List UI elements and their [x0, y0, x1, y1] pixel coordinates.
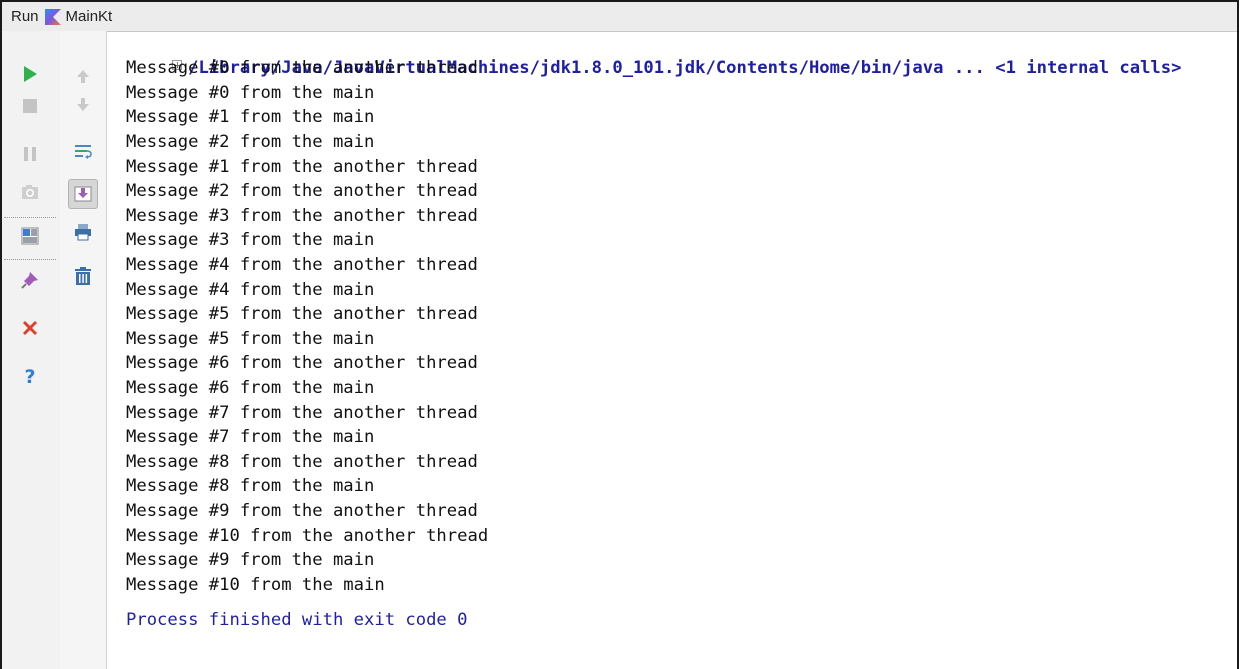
- console-line: Message #7 from the main: [126, 427, 375, 448]
- run-actions-toolbar: ?: [2, 31, 61, 669]
- stop-icon: [23, 99, 37, 113]
- console-line: Message #1 from the another thread: [126, 156, 478, 177]
- pause-icon: [24, 147, 36, 161]
- exit-message: Process finished with exit code 0: [126, 610, 468, 630]
- console-line: Message #9 from the main: [126, 550, 375, 571]
- console-actions-toolbar: [60, 31, 107, 669]
- console-line: Message #5 from the main: [126, 328, 375, 349]
- soft-wrap-button[interactable]: [70, 139, 96, 165]
- stop-button[interactable]: [17, 93, 43, 119]
- command-line: /Library/Java/JavaVirtualMachines/jdk1.8…: [106, 32, 1181, 78]
- console-line: Message #2 from the another thread: [126, 181, 478, 202]
- toolbar-separator: [4, 259, 56, 260]
- rerun-button[interactable]: [17, 61, 43, 87]
- console-output[interactable]: /Library/Java/JavaVirtualMachines/jdk1.8…: [106, 31, 1237, 669]
- trash-icon: [75, 267, 91, 285]
- dump-threads-button[interactable]: [17, 179, 43, 205]
- svg-text:?: ?: [24, 366, 35, 386]
- console-line: Message #0 from the another thread: [126, 58, 478, 79]
- run-header: Run MainKt: [2, 2, 1237, 32]
- console-line: Message #8 from the another thread: [126, 451, 478, 472]
- console-line: Message #3 from the main: [126, 230, 375, 251]
- clear-all-button[interactable]: [70, 263, 96, 289]
- pin-icon: [21, 272, 38, 289]
- pause-button[interactable]: [17, 141, 43, 167]
- previous-occurrence-button[interactable]: [70, 63, 96, 89]
- console-line: Message #10 from the another thread: [126, 525, 489, 546]
- console-line: Message #9 from the another thread: [126, 500, 478, 521]
- help-button[interactable]: ?: [17, 363, 43, 389]
- soft-wrap-icon: [75, 145, 92, 159]
- console-line: Message #3 from the another thread: [126, 205, 478, 226]
- camera-icon: [22, 185, 38, 199]
- run-label: Run: [11, 8, 39, 25]
- close-icon: [22, 320, 38, 336]
- rerun-icon: [24, 66, 37, 82]
- scroll-to-end-button[interactable]: [68, 179, 98, 209]
- console-line: Message #10 from the main: [126, 574, 385, 595]
- run-config-tab[interactable]: MainKt: [66, 8, 113, 25]
- console-line: Message #2 from the main: [126, 131, 375, 152]
- run-tool-window: Run MainKt ? /Library/Java/JavaVirtualMa…: [0, 0, 1239, 669]
- print-icon: [75, 224, 91, 241]
- toolbar-separator: [4, 217, 56, 218]
- console-line: Message #7 from the another thread: [126, 402, 478, 423]
- restore-layout-button[interactable]: [17, 223, 43, 249]
- console-line: Message #6 from the main: [126, 377, 375, 398]
- pin-tab-button[interactable]: [17, 267, 43, 293]
- close-button[interactable]: [17, 315, 43, 341]
- console-line: Message #4 from the main: [126, 279, 375, 300]
- up-arrow-icon: [77, 70, 89, 83]
- scroll-to-end-icon: [74, 186, 92, 202]
- print-button[interactable]: [70, 219, 96, 245]
- console-line: Message #8 from the main: [126, 476, 375, 497]
- restore-layout-icon: [21, 227, 39, 245]
- console-line: Message #4 from the another thread: [126, 254, 478, 275]
- down-arrow-icon: [77, 98, 89, 111]
- console-line: Message #5 from the another thread: [126, 304, 478, 325]
- next-occurrence-button[interactable]: [70, 91, 96, 117]
- kotlin-icon: [44, 8, 61, 25]
- help-icon: ?: [24, 366, 35, 386]
- console-line: Message #1 from the main: [126, 107, 375, 128]
- console-line: Message #6 from the another thread: [126, 353, 478, 374]
- console-line: Message #0 from the main: [126, 82, 375, 103]
